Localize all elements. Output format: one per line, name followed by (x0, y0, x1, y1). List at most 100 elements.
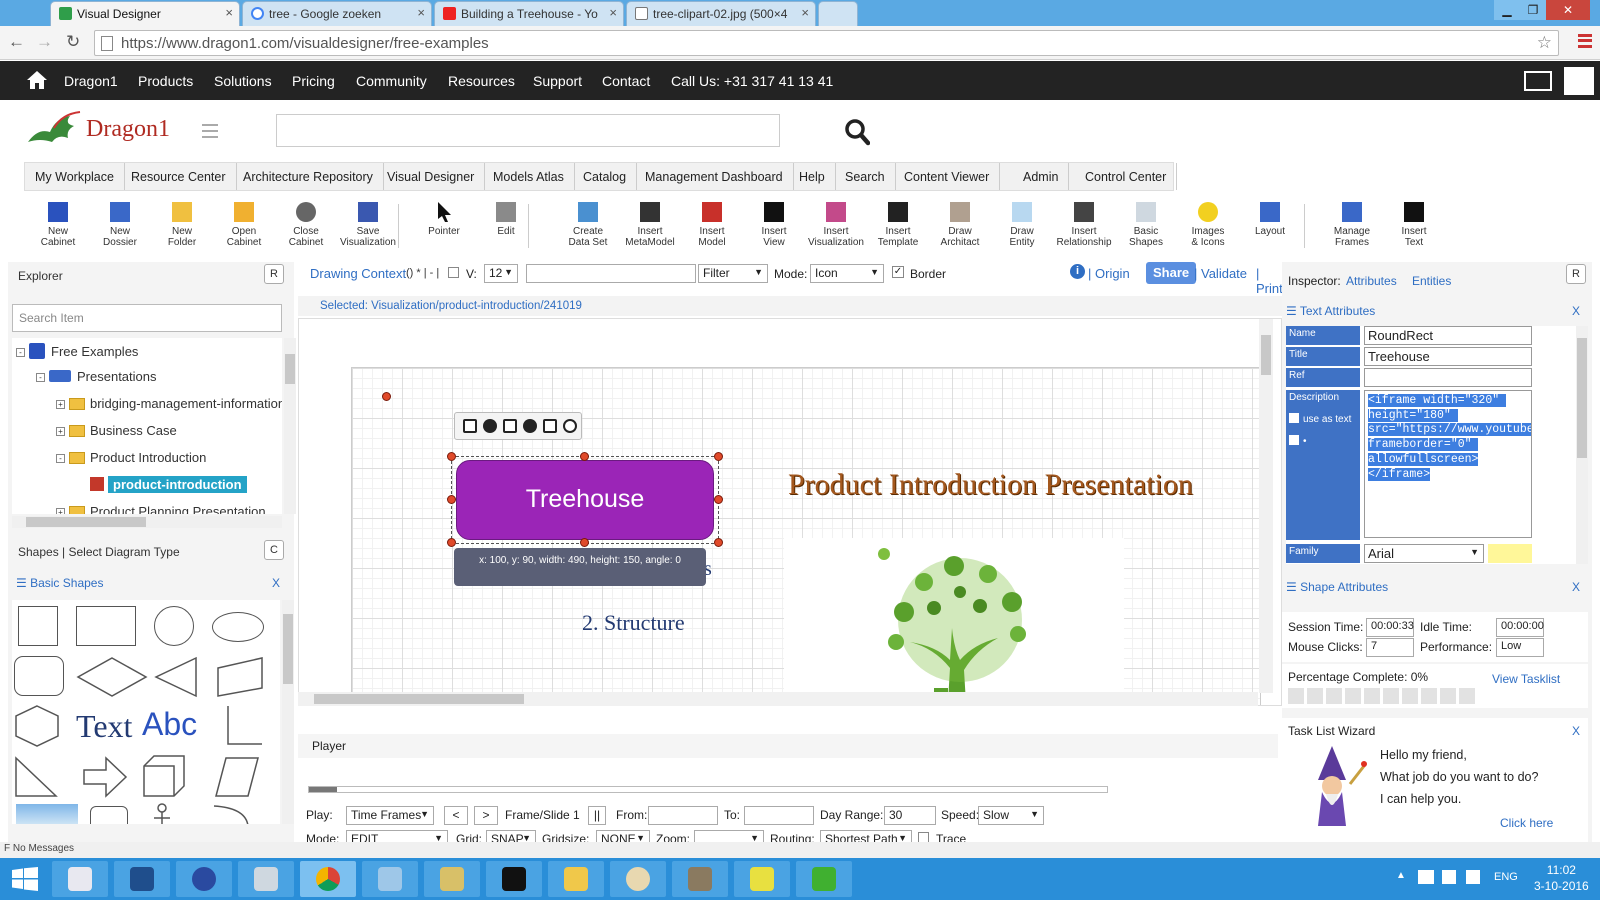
from-input[interactable] (648, 806, 718, 825)
toolbar-open-cabinet-button[interactable]: Open Cabinet (212, 202, 276, 248)
family-select[interactable]: Arial (1364, 544, 1484, 563)
minimize-icon[interactable]: ▁ (1494, 0, 1520, 20)
shape-attributes-header[interactable]: ☰ Shape Attributes (1286, 580, 1388, 594)
toolbar-close-cabinet-button[interactable]: Close Cabinet (274, 202, 338, 248)
menu-help[interactable]: Help (789, 163, 836, 190)
shapes-scrollbar[interactable] (282, 600, 294, 824)
back-icon[interactable]: ← (8, 32, 25, 52)
wizard-close[interactable]: X (1572, 724, 1580, 738)
basic-shapes-group[interactable]: ☰ Basic Shapes (10, 571, 109, 593)
tray-network-icon[interactable] (1418, 870, 1434, 884)
shape-corner[interactable] (218, 704, 264, 748)
origin-link[interactable]: | Origin (1088, 266, 1130, 281)
dragon1-logo[interactable]: Dragon1 (24, 108, 170, 154)
expand-icon[interactable]: + (56, 400, 65, 409)
next-icon[interactable] (523, 419, 537, 433)
explorer-refresh-button[interactable]: R (264, 264, 284, 284)
nav-solutions[interactable]: Solutions (214, 73, 272, 89)
speed-select[interactable]: Slow (978, 806, 1044, 825)
tree-item-product-planning-presentation[interactable]: + Product Planning Presentation (56, 501, 266, 514)
description-textarea[interactable]: <iframe width="320" height="180" src="ht… (1364, 390, 1532, 538)
inspector-refresh-button[interactable]: R (1566, 264, 1586, 284)
shape-ellipse[interactable] (212, 612, 264, 642)
toolbar-layout-button[interactable]: Layout (1238, 202, 1302, 237)
treehouse-shape[interactable]: Treehouse (456, 460, 714, 540)
inspector-scrollbar[interactable] (1576, 326, 1588, 564)
toolbar-pointer-button[interactable]: Pointer (412, 202, 476, 237)
menu-content-viewer[interactable]: Content Viewer (894, 163, 1001, 190)
shape-arc[interactable] (212, 804, 252, 824)
tray-flag-icon[interactable] (1442, 870, 1456, 884)
basic-shapes-close[interactable]: X (266, 571, 286, 593)
taskbar-explorer[interactable] (52, 861, 108, 897)
toolbar-images-icons-button[interactable]: Images & Icons (1176, 202, 1240, 248)
shape-rounded-rectangle[interactable] (14, 656, 64, 696)
toolbar-manage-frames-button[interactable]: Manage Frames (1320, 202, 1384, 248)
ref-input[interactable] (1364, 368, 1532, 387)
taskbar-gimp[interactable] (672, 861, 728, 897)
reload-icon[interactable]: ↻ (66, 32, 80, 52)
tray-chevron-icon[interactable]: ▲ (1396, 870, 1406, 881)
toolbar-new-dossier-button[interactable]: New Dossier (88, 202, 152, 248)
tree-vertical-scrollbar[interactable] (284, 338, 296, 514)
attributes-link[interactable]: Attributes (1346, 274, 1397, 288)
resize-handle-nw[interactable] (447, 452, 456, 461)
search-icon[interactable] (844, 118, 870, 146)
nav-dragon1[interactable]: Dragon1 (64, 73, 118, 89)
expand-icon[interactable]: + (56, 508, 65, 514)
toolbar-insert-relationship-button[interactable]: Insert Relationship (1052, 202, 1116, 248)
canvas-horizontal-scrollbar[interactable] (298, 692, 1258, 706)
info-icon[interactable]: i (1070, 264, 1085, 279)
close-icon[interactable]: × (225, 5, 233, 20)
toolbar-draw-entity-button[interactable]: Draw Entity (990, 202, 1054, 248)
tab-youtube[interactable]: Building a Treehouse - Yo × (434, 1, 624, 26)
canvas-vertical-scrollbar[interactable] (1259, 319, 1273, 693)
restore-icon[interactable]: ❐ (1520, 0, 1546, 20)
resize-handle-w[interactable] (447, 495, 456, 504)
player-progress[interactable] (308, 786, 1108, 793)
next-button[interactable]: > (474, 806, 498, 825)
mode-select[interactable]: Icon (810, 264, 884, 283)
nav-contact[interactable]: Contact (602, 73, 650, 89)
text-attributes-close[interactable]: X (1572, 304, 1580, 318)
tree-image[interactable] (784, 538, 1124, 705)
to-input[interactable] (744, 806, 814, 825)
tree-item-product-introduction[interactable]: - Product Introduction (56, 447, 206, 469)
taskbar-monitor[interactable] (238, 861, 294, 897)
windows-start-icon[interactable] (12, 867, 38, 891)
filter-select[interactable]: Filter (698, 264, 768, 283)
site-search-input[interactable] (276, 114, 780, 147)
tree-item-bridging-management-information[interactable]: + bridging-management-information (56, 393, 282, 415)
tray-volume-icon[interactable] (1466, 870, 1480, 884)
copy-icon[interactable] (503, 419, 517, 433)
wizard-click-here[interactable]: Click here (1500, 816, 1553, 830)
shape-rectangle[interactable] (76, 606, 136, 646)
toolbar-new-cabinet-button[interactable]: New Cabinet (26, 202, 90, 248)
shape-cube[interactable] (142, 754, 186, 798)
taskbar-powershell[interactable] (114, 861, 170, 897)
share-button[interactable]: Share (1146, 262, 1197, 284)
taskbar-folder[interactable] (548, 861, 604, 897)
language-indicator[interactable]: ENG (1494, 871, 1518, 883)
fullscreen-icon[interactable] (463, 419, 477, 433)
rotate-icon[interactable] (563, 419, 577, 433)
menu-control-center[interactable]: Control Center (1075, 163, 1178, 190)
resize-handle-e[interactable] (714, 495, 723, 504)
monitor-icon[interactable] (1524, 71, 1552, 91)
nav-community[interactable]: Community (356, 73, 427, 89)
hamburger-icon[interactable] (202, 124, 218, 138)
new-tab-button[interactable] (818, 1, 858, 26)
structure-text[interactable]: 2. Structure (582, 610, 685, 636)
toolbar-create-data-set-button[interactable]: Create Data Set (556, 202, 620, 248)
menu-architecture-repository[interactable]: Architecture Repository (233, 163, 384, 190)
nav-resources[interactable]: Resources (448, 73, 515, 89)
taskbar-app-infinity[interactable] (176, 861, 232, 897)
shape-sky-image[interactable] (16, 804, 78, 824)
tab-visual-designer[interactable]: Visual Designer × (50, 1, 240, 26)
chrome-menu-icon[interactable] (1578, 34, 1592, 48)
close-icon[interactable]: × (609, 5, 617, 20)
prev-button[interactable]: < (444, 806, 468, 825)
user-box-icon[interactable] (1564, 67, 1594, 95)
view-tasklist-link[interactable]: View Tasklist (1492, 672, 1560, 686)
toolbar-insert-visualization-button[interactable]: Insert Visualization (804, 202, 868, 248)
